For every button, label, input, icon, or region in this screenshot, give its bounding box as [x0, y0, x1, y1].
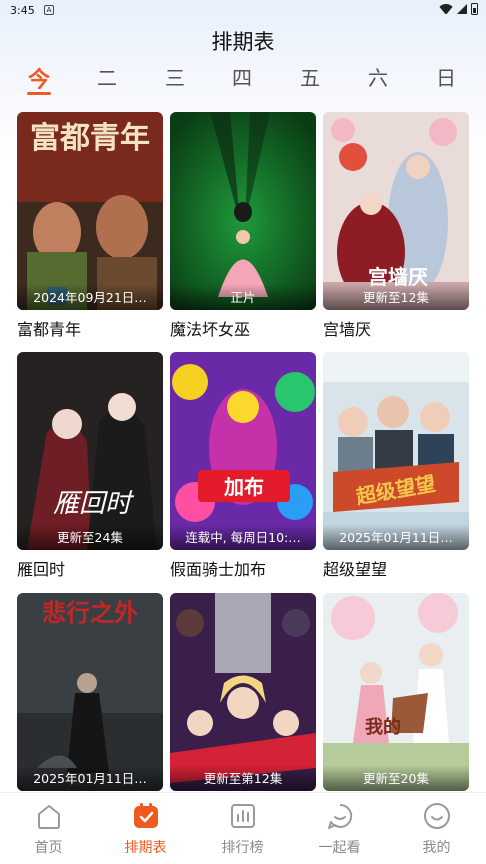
status-bar: 3:45 A — [0, 0, 486, 22]
show-poster[interactable]: 悲行之外 2025年01月11日… — [17, 593, 163, 791]
nav-watch-together-label: 一起看 — [318, 840, 361, 856]
poster-image: 富都青年 — [17, 112, 163, 310]
show-card[interactable]: 富都青年 2024年09月21日… 富都青年 — [17, 112, 163, 340]
poster-image: 加布 — [170, 352, 316, 550]
wifi-icon — [439, 4, 453, 14]
active-tab-indicator — [27, 92, 51, 95]
poster-image: 我的 — [323, 593, 469, 791]
nav-profile-label: 我的 — [422, 840, 451, 856]
show-title: 雁回时 — [17, 560, 66, 579]
poster-image — [170, 112, 316, 310]
nav-watch-together[interactable]: 一起看 — [291, 801, 388, 857]
episode-caption: 2025年01月11日… — [323, 524, 469, 550]
episode-caption: 更新至12集 — [323, 284, 469, 310]
episode-caption: 更新至24集 — [17, 524, 163, 550]
battery-icon — [471, 3, 478, 15]
home-icon — [37, 805, 60, 829]
poster-title-text: 我的 — [365, 716, 401, 738]
episode-caption: 2024年09月21日… — [17, 284, 163, 310]
show-poster[interactable]: 正片 — [170, 112, 316, 310]
poster-title-text: 雁回时 — [53, 489, 135, 519]
nav-ranking-label: 排行榜 — [221, 840, 264, 856]
tab-saturday[interactable]: 六 — [358, 62, 398, 91]
show-card[interactable]: 正片 魔法坏女巫 — [170, 112, 316, 340]
notification-icon: A — [44, 5, 54, 15]
show-poster[interactable]: 富都青年 2024年09月21日… — [17, 112, 163, 310]
show-card[interactable]: 加布 连载中, 每周日10:… 假面骑士加布 — [170, 352, 316, 580]
chat-icon — [327, 803, 352, 829]
poster-title-text: 富都青年 — [30, 121, 150, 156]
show-poster[interactable]: 雁回时 更新至24集 — [17, 352, 163, 550]
page-title: 排期表 — [211, 30, 275, 54]
tab-tuesday[interactable]: 二 — [87, 62, 127, 91]
signal-icon — [457, 4, 467, 14]
show-title: 超级望望 — [323, 560, 388, 579]
episode-caption: 更新至20集 — [323, 765, 469, 791]
nav-home[interactable]: 首页 — [0, 801, 97, 857]
show-title: 假面骑士加布 — [170, 560, 267, 579]
poster-image — [170, 593, 316, 791]
tab-wednesday[interactable]: 三 — [155, 62, 195, 91]
chart-icon — [230, 804, 255, 828]
show-card[interactable]: 超级望望 2025年01月11日… 超级望望 — [323, 352, 469, 580]
calendar-check-icon — [133, 803, 158, 828]
show-card[interactable]: 我的 更新至20集 — [323, 593, 469, 791]
poster-title-text: 悲行之外 — [42, 598, 138, 627]
show-card[interactable]: 悲行之外 2025年01月11日… — [17, 593, 163, 791]
episode-caption: 更新至第12集 — [170, 765, 316, 791]
show-card[interactable]: 更新至第12集 — [170, 593, 316, 791]
show-poster[interactable]: 宫墙厌 更新至12集 — [323, 112, 469, 310]
tab-friday[interactable]: 五 — [290, 62, 330, 91]
poster-image: 超级望望 — [323, 352, 469, 550]
show-card[interactable]: 宫墙厌 更新至12集 宫墙厌 — [323, 112, 469, 340]
episode-caption: 正片 — [170, 284, 316, 310]
show-poster[interactable]: 超级望望 2025年01月11日… — [323, 352, 469, 550]
show-poster[interactable]: 我的 更新至20集 — [323, 593, 469, 791]
nav-profile[interactable]: 我的 — [388, 801, 485, 857]
show-card[interactable]: 雁回时 更新至24集 雁回时 — [17, 352, 163, 580]
nav-schedule-label: 排期表 — [124, 840, 167, 856]
day-tabs: 今 二 三 四 五 六 日 — [0, 62, 486, 96]
poster-image: 宫墙厌 — [323, 112, 469, 310]
poster-title-text: 加布 — [223, 475, 264, 499]
nav-schedule[interactable]: 排期表 — [97, 801, 194, 857]
show-title: 魔法坏女巫 — [170, 320, 251, 339]
tab-sunday[interactable]: 日 — [426, 62, 466, 91]
show-poster[interactable]: 更新至第12集 — [170, 593, 316, 791]
status-icons — [439, 3, 478, 15]
nav-ranking[interactable]: 排行榜 — [194, 801, 291, 857]
show-title: 宫墙厌 — [323, 320, 372, 339]
episode-caption: 连载中, 每周日10:… — [170, 524, 316, 550]
nav-home-label: 首页 — [34, 840, 63, 856]
poster-image: 悲行之外 — [17, 593, 163, 791]
tab-thursday[interactable]: 四 — [222, 62, 262, 91]
show-title: 富都青年 — [17, 320, 82, 339]
poster-image: 雁回时 — [17, 352, 163, 550]
show-poster[interactable]: 加布 连载中, 每周日10:… — [170, 352, 316, 550]
bottom-navigation: 首页 排期表 排行榜 一起看 我的 — [0, 792, 486, 864]
tab-today[interactable]: 今 — [19, 62, 59, 94]
profile-icon — [423, 803, 450, 829]
episode-caption: 2025年01月11日… — [17, 765, 163, 791]
status-time: 3:45 — [10, 4, 35, 17]
